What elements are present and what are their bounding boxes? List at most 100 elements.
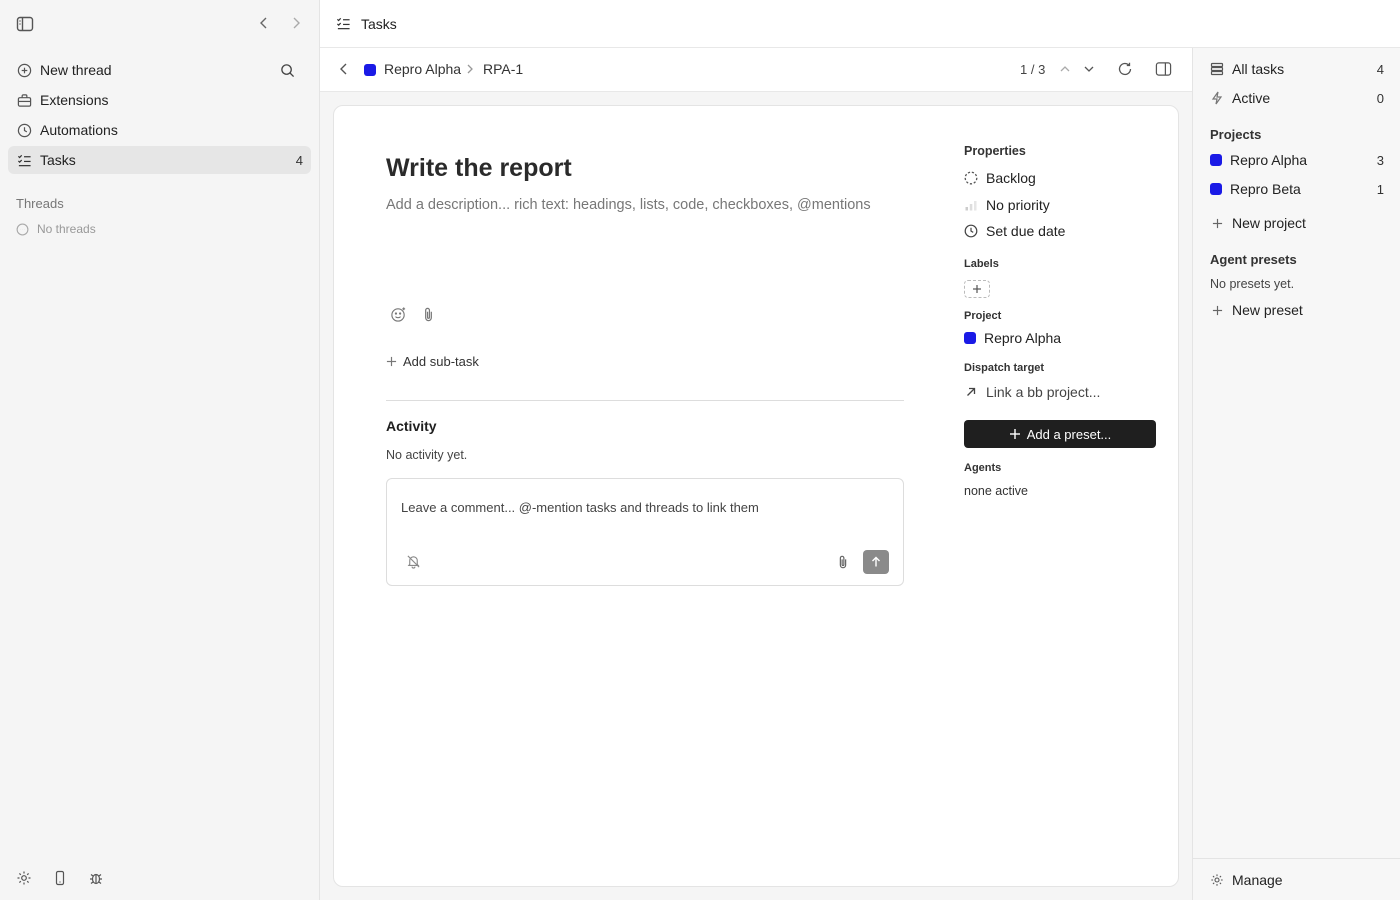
settings-gear-icon[interactable]	[16, 870, 32, 886]
refresh-icon[interactable]	[1117, 61, 1133, 77]
filter-active[interactable]: Active 0	[1210, 90, 1384, 106]
bug-icon[interactable]	[88, 870, 104, 886]
task-description-field[interactable]: Add a description... rich text: headings…	[386, 197, 871, 213]
emoji-icon[interactable]	[390, 306, 407, 323]
activity-heading: Activity	[386, 418, 437, 434]
add-preset-label: Add a preset...	[1026, 426, 1112, 442]
projects-heading: Projects	[1210, 127, 1262, 142]
sidebar-item-new-thread[interactable]: New thread	[8, 56, 311, 84]
sidebar-item-extensions[interactable]: Extensions	[8, 86, 311, 114]
add-label-button[interactable]	[964, 280, 990, 298]
breadcrumb-project[interactable]: Repro Alpha	[384, 61, 461, 77]
task-detail-area: Write the report Add a description... ri…	[320, 92, 1192, 900]
task-card: Write the report Add a description... ri…	[333, 105, 1179, 887]
comment-input[interactable]	[401, 500, 881, 515]
toolbox-icon	[16, 93, 32, 108]
link-project-label: Link a bb project...	[986, 384, 1101, 400]
project-property[interactable]: Repro Alpha	[964, 330, 1061, 346]
new-preset-label: New preset	[1232, 302, 1303, 318]
new-preset-button[interactable]: New preset	[1210, 302, 1384, 318]
editor-toolbar	[390, 306, 436, 323]
project-color-swatch	[964, 332, 976, 344]
breadcrumb-task-id: RPA-1	[483, 61, 524, 77]
status-value: Backlog	[986, 170, 1036, 186]
plus-circle-icon	[16, 63, 32, 78]
due-date-value: Set due date	[986, 223, 1066, 239]
filter-label: Active	[1232, 90, 1271, 106]
project-label: Repro Alpha	[1230, 152, 1308, 168]
back-chevron-icon[interactable]	[338, 62, 350, 76]
sidebar-item-label: Automations	[40, 122, 118, 138]
comment-attachment-icon[interactable]	[836, 554, 850, 570]
agent-presets-heading: Agent presets	[1210, 252, 1297, 267]
add-subtask-button[interactable]: Add sub-task	[386, 354, 479, 369]
priority-property[interactable]: No priority	[964, 197, 1050, 213]
list-check-icon	[16, 153, 32, 168]
plus-icon	[386, 356, 397, 367]
no-presets-message: No presets yet.	[1210, 277, 1295, 291]
no-threads-label: No threads	[37, 222, 96, 236]
plus-icon	[1009, 428, 1021, 440]
attachment-icon[interactable]	[421, 306, 436, 323]
project-label: Repro Beta	[1230, 181, 1301, 197]
priority-bars-icon	[964, 198, 978, 212]
comment-composer	[386, 478, 904, 586]
add-subtask-label: Add sub-task	[403, 354, 479, 369]
properties-heading: Properties	[964, 144, 1026, 158]
previous-task-icon[interactable]	[1058, 62, 1072, 76]
section-divider	[386, 400, 904, 401]
task-title[interactable]: Write the report	[386, 154, 572, 183]
clock-icon	[964, 224, 978, 238]
clock-icon	[16, 123, 32, 138]
notifications-off-icon[interactable]	[406, 554, 421, 569]
sidebar-bottom-toolbar	[16, 870, 104, 886]
labels-heading: Labels	[964, 258, 999, 270]
sidebar-item-tasks[interactable]: Tasks 4	[8, 146, 311, 174]
next-task-icon[interactable]	[1082, 62, 1096, 76]
page-title: Tasks	[361, 15, 397, 32]
filter-all-tasks[interactable]: All tasks 4	[1210, 61, 1384, 77]
chat-empty-icon	[16, 223, 29, 236]
arrow-up-icon	[872, 556, 880, 567]
sidebar-item-automations[interactable]: Automations	[8, 116, 311, 144]
status-backlog-icon	[964, 171, 978, 185]
project-count: 1	[1376, 181, 1384, 197]
send-comment-button[interactable]	[863, 550, 889, 574]
due-date-property[interactable]: Set due date	[964, 223, 1065, 239]
new-project-button[interactable]: New project	[1210, 215, 1384, 231]
plus-icon	[1210, 305, 1224, 316]
sidebar-item-label: Tasks	[40, 152, 76, 168]
status-property[interactable]: Backlog	[964, 170, 1036, 186]
nav-forward-icon[interactable]	[290, 16, 302, 30]
dispatch-target-heading: Dispatch target	[964, 362, 1045, 374]
left-sidebar: New thread Extensions Automations Tasks …	[0, 0, 320, 900]
new-project-label: New project	[1232, 215, 1306, 231]
sidebar-top-bar	[16, 12, 303, 36]
plus-icon	[1210, 218, 1224, 229]
activity-empty-message: No activity yet.	[386, 448, 468, 462]
no-threads-message: No threads	[16, 222, 96, 236]
link-project-property[interactable]: Link a bb project...	[964, 384, 1100, 400]
list-check-icon	[336, 16, 351, 31]
add-preset-button[interactable]: Add a preset...	[964, 420, 1156, 448]
sidebar-item-label: Extensions	[40, 92, 109, 108]
breadcrumb-separator-icon	[465, 62, 475, 76]
filter-count: 4	[1376, 61, 1384, 77]
nav-back-icon[interactable]	[258, 16, 270, 30]
project-item[interactable]: Repro Alpha 3	[1210, 152, 1384, 168]
sidebar-toggle-icon[interactable]	[16, 16, 34, 32]
task-pager: 1 / 3	[1020, 62, 1046, 77]
task-breadcrumb-bar: Repro Alpha RPA-1 1 / 3	[320, 48, 1192, 92]
project-color-swatch	[1210, 183, 1222, 195]
toggle-side-panel-icon[interactable]	[1155, 61, 1172, 77]
manage-button[interactable]: Manage	[1193, 858, 1400, 900]
search-icon[interactable]	[279, 63, 295, 78]
project-item[interactable]: Repro Beta 1	[1210, 181, 1384, 197]
arrow-up-right-icon	[964, 386, 978, 398]
mobile-device-icon[interactable]	[52, 870, 68, 886]
filter-count: 0	[1376, 90, 1384, 106]
project-color-swatch	[364, 64, 376, 76]
project-count: 3	[1376, 152, 1384, 168]
filter-label: All tasks	[1232, 61, 1285, 77]
lightning-icon	[1210, 91, 1224, 105]
